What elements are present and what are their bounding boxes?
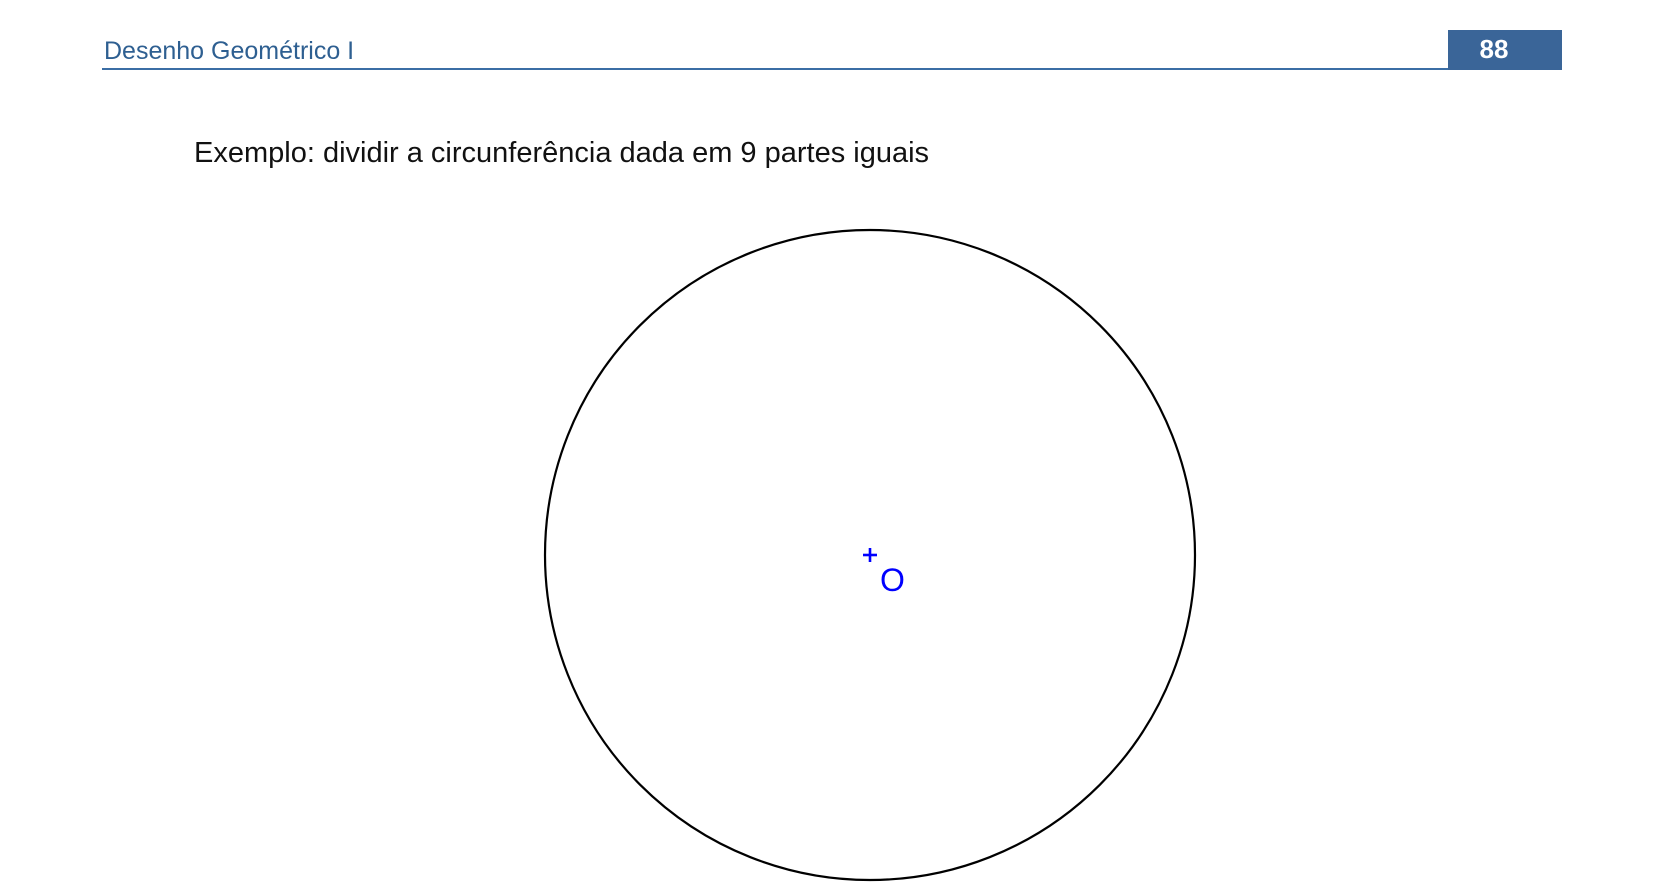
center-marker <box>863 548 877 562</box>
center-label: O <box>880 562 905 598</box>
circle-figure: O <box>543 228 1197 882</box>
